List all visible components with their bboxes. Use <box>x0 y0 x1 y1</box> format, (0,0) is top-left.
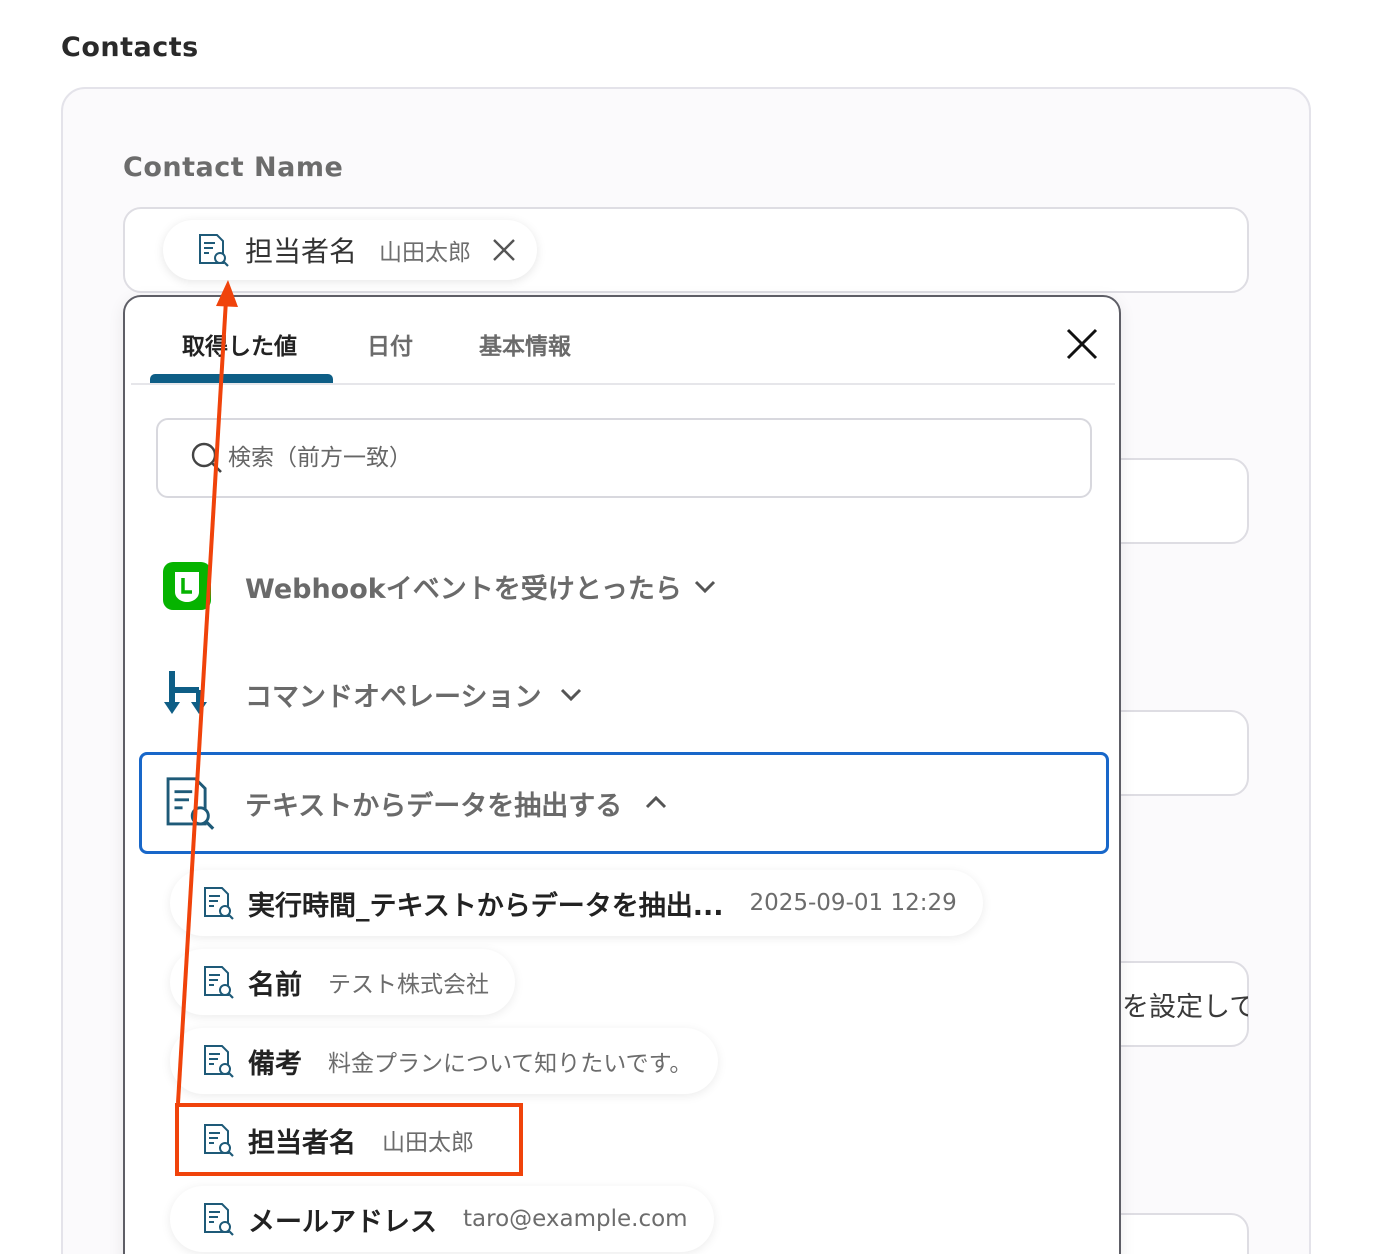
item-value: taro@example.com <box>463 1206 688 1232</box>
group-webhook[interactable]: Webhookイベントを受けとったら <box>139 535 1109 637</box>
document-search-icon <box>204 1045 234 1078</box>
value-chip[interactable]: 担当者名 山田太郎 <box>163 220 538 280</box>
line-app-icon <box>163 562 211 610</box>
list-item[interactable]: 名前 テスト株式会社 <box>170 949 515 1015</box>
section-title: Contacts <box>61 32 199 63</box>
active-tab-indicator <box>150 374 333 383</box>
chevron-down-icon[interactable] <box>693 574 717 598</box>
document-search-icon <box>199 234 229 267</box>
search-input[interactable] <box>228 445 928 471</box>
tab-date[interactable]: 日付 <box>367 327 413 361</box>
contact-name-label: Contact Name <box>123 152 344 183</box>
chip-value: 山田太郎 <box>379 240 472 266</box>
chip-key: 担当者名 <box>245 235 358 268</box>
list-item[interactable]: メールアドレス taro@example.com <box>170 1186 714 1252</box>
close-icon[interactable] <box>491 237 517 263</box>
document-search-icon <box>204 966 234 999</box>
item-key: 実行時間_テキストからデータを抽出... <box>248 890 724 922</box>
annotation-highlight-box <box>175 1103 523 1176</box>
item-value: 2025-09-01 12:29 <box>749 890 957 916</box>
tab-basic-info[interactable]: 基本情報 <box>479 327 571 361</box>
group-label: コマンドオペレーション <box>245 681 542 713</box>
search-box <box>156 418 1092 498</box>
group-label: テキストからデータを抽出する <box>245 790 623 822</box>
list-item[interactable]: 実行時間_テキストからデータを抽出... 2025-09-01 12:29 <box>170 870 983 936</box>
chevron-down-icon[interactable] <box>559 682 583 706</box>
tab-retrieved-values[interactable]: 取得した値 <box>182 327 297 361</box>
chevron-up-icon[interactable] <box>644 791 668 815</box>
command-operation-icon <box>164 671 207 714</box>
search-icon <box>191 442 222 473</box>
item-value: 料金プランについて知りたいです。 <box>328 1051 693 1077</box>
group-command-operation[interactable]: コマンドオペレーション <box>139 643 1109 745</box>
document-search-icon <box>166 777 215 830</box>
document-search-icon <box>204 887 234 920</box>
item-value: テスト株式会社 <box>328 972 489 998</box>
group-extract-data[interactable]: テキストからデータを抽出する <box>139 752 1109 854</box>
item-key: 名前 <box>248 969 302 1001</box>
item-key: メールアドレス <box>248 1206 437 1238</box>
picker-tabs: 取得した値 日付 基本情報 <box>131 297 1115 385</box>
close-icon[interactable] <box>1065 327 1099 361</box>
item-key: 備考 <box>248 1048 302 1080</box>
document-search-icon <box>204 1203 234 1236</box>
field-peek-text: を設定して <box>1122 992 1248 1023</box>
group-label: Webhookイベントを受けとったら <box>245 573 682 605</box>
list-item[interactable]: 備考 料金プランについて知りたいです。 <box>170 1028 719 1094</box>
